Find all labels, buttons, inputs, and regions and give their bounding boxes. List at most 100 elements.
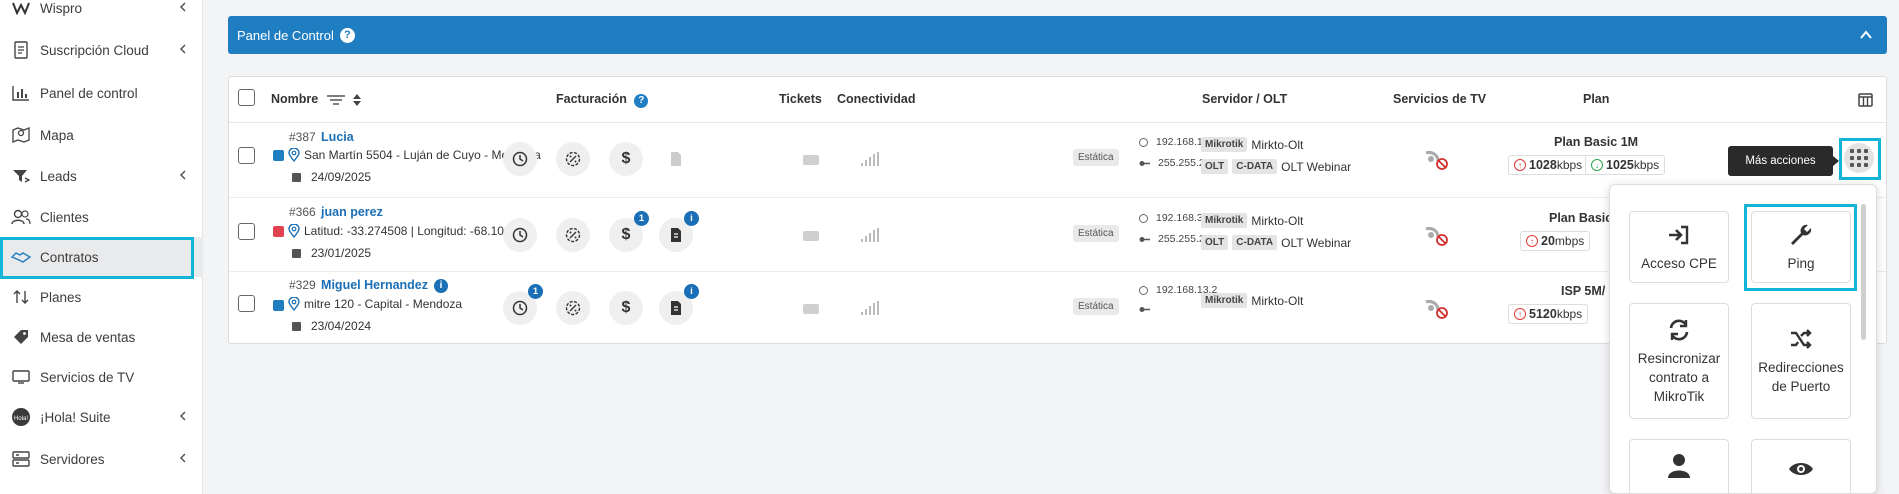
upload-speed: ↑ 5120 kbps — [1508, 304, 1589, 324]
clock-icon — [512, 300, 528, 316]
help-icon[interactable]: ? — [339, 27, 355, 43]
chevron-up-icon[interactable] — [1859, 28, 1873, 42]
sidebar-item-mesa-de-ventas[interactable]: Mesa de ventas — [0, 317, 203, 357]
clock-icon — [512, 227, 528, 243]
action-redirecciones-puerto[interactable]: Redirecciones de Puerto — [1751, 303, 1851, 419]
discount-button[interactable] — [556, 291, 590, 325]
server-info: Mikrotik Mirkto-Olt — [1201, 213, 1303, 228]
server-info: Mikrotik Mirkto-Olt — [1201, 137, 1303, 152]
client-info-icon[interactable]: i — [434, 278, 449, 293]
row-checkbox[interactable] — [238, 147, 255, 164]
row-checkbox[interactable] — [238, 223, 255, 240]
upload-arrow-icon: ↑ — [1514, 308, 1526, 320]
plan-name: Plan Basic — [1549, 211, 1613, 225]
calendar-icon — [292, 321, 301, 331]
more-actions-tooltip: Más acciones — [1728, 146, 1839, 176]
tv-disabled-icon — [1425, 300, 1448, 319]
columns-icon[interactable] — [1858, 93, 1873, 107]
action-resincronizar[interactable]: Resincronizar contrato a MikroTik — [1629, 303, 1729, 419]
sidebar-item-planes[interactable]: Planes — [0, 277, 203, 317]
client-name-link[interactable]: Miguel Hernandez — [321, 278, 428, 292]
table-header: Nombre Facturación ? Tickets Conectivida… — [229, 77, 1886, 123]
status-indicator — [273, 300, 284, 311]
sidebar-item-panel-de-control[interactable]: Panel de control — [0, 73, 203, 113]
invoice-button[interactable]: i — [659, 211, 699, 252]
ticket-icon[interactable] — [803, 155, 819, 165]
sidebar-item-label: Planes — [40, 289, 82, 305]
sidebar-item-hola-suite[interactable]: Hola! ¡Hola! Suite — [0, 397, 203, 437]
eye-icon — [1789, 463, 1813, 475]
sidebar-item-clientes[interactable]: Clientes — [0, 197, 203, 237]
sidebar-item-servicios-de-tv[interactable]: Servicios de TV — [0, 357, 203, 397]
clock-icon — [512, 151, 528, 167]
billing-button[interactable]: $ — [609, 142, 643, 176]
client-name-link[interactable]: juan perez — [321, 205, 383, 219]
download-arrow-icon: ↓ — [1591, 159, 1603, 171]
signal-icon — [861, 152, 879, 166]
contract-id: #366 juan perez — [289, 205, 383, 219]
more-actions-menu: Acceso CPE Ping Resincronizar contrato a… — [1609, 184, 1877, 494]
chevron-left-icon — [179, 170, 186, 180]
upload-speed: ↑ 1028 kbps — [1508, 155, 1589, 175]
percent-badge-icon — [565, 300, 581, 316]
status-indicator — [273, 226, 284, 237]
sort-icon[interactable] — [353, 93, 362, 106]
header-servidor-olt: Servidor / OLT — [1202, 92, 1288, 106]
key-icon — [1139, 236, 1150, 242]
menu-scrollbar[interactable] — [1861, 204, 1866, 340]
ip-icon — [1139, 137, 1148, 147]
contract-date: 23/01/2025 — [292, 246, 371, 260]
discount-button[interactable] — [556, 142, 590, 176]
history-button[interactable] — [503, 142, 537, 176]
user-icon — [1668, 454, 1690, 478]
invoice-button[interactable]: i — [659, 284, 699, 325]
sidebar-item-label: Clientes — [40, 209, 89, 225]
sidebar-item-leads[interactable]: Leads — [0, 156, 203, 196]
wispro-logo-icon — [11, 0, 31, 18]
ticket-icon[interactable] — [803, 231, 819, 241]
netmask — [1139, 306, 1158, 313]
ip-type-badge: Estática — [1073, 298, 1119, 315]
upload-speed: ↑ 20 mbps — [1520, 231, 1591, 251]
billing-button[interactable]: $1 — [609, 211, 649, 252]
client-name-link[interactable]: Lucia — [321, 130, 354, 144]
sidebar-item-label: Panel de control — [40, 85, 138, 101]
ip-icon — [1139, 213, 1148, 223]
header-conectividad: Conectividad — [837, 92, 916, 106]
location-pin-icon — [288, 297, 300, 311]
sidebar-item-mapa[interactable]: Mapa — [0, 115, 203, 155]
billing-help-icon[interactable]: ? — [634, 93, 649, 108]
panel-header[interactable]: Panel de Control ? — [228, 16, 1887, 54]
sidebar-item-label: Suscripción Cloud — [40, 42, 149, 58]
location-pin-icon — [288, 224, 300, 238]
row-checkbox[interactable] — [238, 295, 255, 312]
header-facturacion: Facturación ? — [556, 92, 649, 108]
history-count-badge: 1 — [528, 284, 543, 299]
sidebar-item-suscripcion-cloud[interactable]: Suscripción Cloud — [0, 30, 203, 70]
ticket-icon[interactable] — [803, 304, 819, 314]
invoice-icon[interactable] — [670, 151, 682, 167]
select-all-checkbox[interactable] — [238, 89, 255, 106]
sidebar-item-wispro[interactable]: Wispro — [0, 0, 203, 28]
billing-count-badge: 1 — [634, 211, 649, 226]
action-view[interactable] — [1751, 439, 1851, 493]
olt-info: OLT C-DATA OLT Webinar — [1201, 235, 1351, 250]
header-nombre[interactable]: Nombre — [271, 92, 362, 106]
sidebar-item-label: Servicios de TV — [40, 369, 135, 385]
header-servicios-tv: Servicios de TV — [1393, 92, 1487, 106]
history-button[interactable] — [503, 218, 537, 252]
action-acceso-cpe[interactable]: Acceso CPE — [1629, 211, 1729, 283]
calendar-icon — [292, 172, 301, 182]
action-user[interactable] — [1629, 439, 1729, 493]
filter-icon[interactable] — [326, 94, 346, 106]
plan-name: ISP 5M/ — [1561, 284, 1606, 298]
billing-button[interactable]: $ — [609, 291, 643, 325]
sidebar-item-servidores[interactable]: Servidores — [0, 439, 203, 479]
percent-badge-icon — [565, 151, 581, 167]
discount-button[interactable] — [556, 218, 590, 252]
olt-info: OLT C-DATA OLT Webinar — [1201, 159, 1351, 174]
history-button[interactable]: 1 — [503, 284, 543, 325]
location-pin-icon — [288, 148, 300, 162]
dollar-icon: $ — [621, 150, 631, 167]
upload-arrow-icon: ↑ — [1526, 235, 1538, 247]
